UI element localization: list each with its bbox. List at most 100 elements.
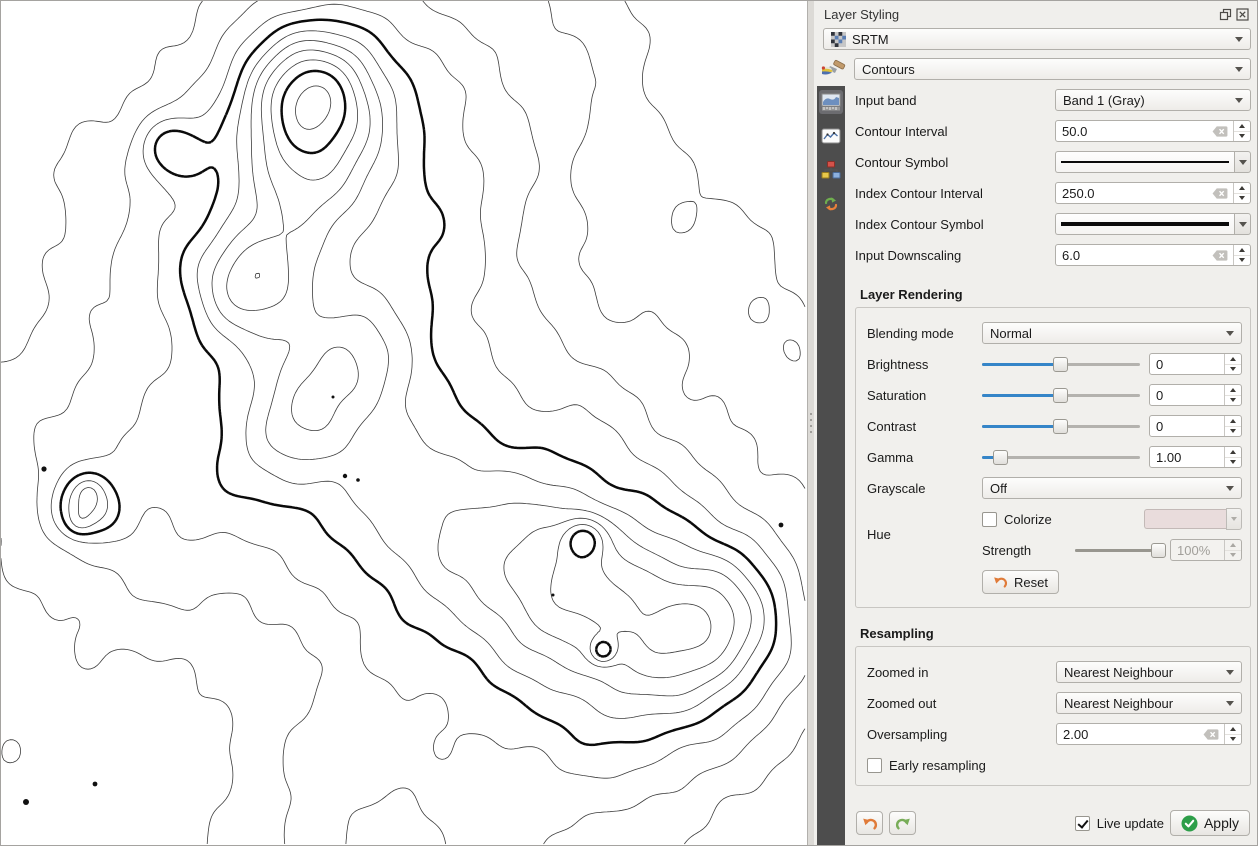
live-update-label: Live update xyxy=(1097,816,1164,831)
colorize-checkbox-row[interactable]: Colorize xyxy=(982,512,1052,527)
input-downscaling-value: 6.0 xyxy=(1056,248,1211,263)
spin-buttons[interactable] xyxy=(1224,385,1241,405)
spin-buttons[interactable] xyxy=(1224,354,1241,374)
styling-tabstrip xyxy=(817,86,845,845)
oversampling-row: Oversampling 2.00 xyxy=(867,723,1242,745)
index-contour-symbol-selector[interactable] xyxy=(1055,213,1251,235)
spin-buttons[interactable] xyxy=(1224,724,1241,744)
strength-label: Strength xyxy=(982,543,1067,558)
index-contour-symbol-preview xyxy=(1055,213,1234,235)
panel-splitter[interactable] xyxy=(807,1,814,845)
brightness-spinbox[interactable]: 0 xyxy=(1149,353,1242,375)
early-resampling-checkbox[interactable] xyxy=(867,758,882,773)
layer-rendering-group: Blending mode Normal Brightness 0 xyxy=(855,307,1251,608)
contrast-row: Contrast 0 xyxy=(867,415,1242,437)
symbol-dropdown-button[interactable] xyxy=(1234,213,1251,235)
undo-button[interactable] xyxy=(856,811,883,835)
saturation-spinbox[interactable]: 0 xyxy=(1149,384,1242,406)
panel-footer: Live update Apply xyxy=(855,804,1251,845)
map-point-feature xyxy=(356,478,360,482)
map-point-feature xyxy=(93,782,98,787)
redo-button[interactable] xyxy=(889,811,916,835)
spin-buttons[interactable] xyxy=(1233,121,1250,141)
clear-value-icon[interactable] xyxy=(1211,187,1229,200)
strength-slider[interactable] xyxy=(1075,543,1162,558)
map-canvas[interactable] xyxy=(1,1,807,845)
close-panel-button[interactable] xyxy=(1236,8,1249,21)
live-update-checkbox[interactable] xyxy=(1075,816,1090,831)
map-point-feature xyxy=(779,523,784,528)
saturation-row: Saturation 0 xyxy=(867,384,1242,406)
history-tab-icon xyxy=(821,194,841,214)
blending-mode-combo[interactable]: Normal xyxy=(982,322,1242,344)
apply-button[interactable]: Apply xyxy=(1170,810,1250,836)
contour-lines xyxy=(625,1,805,361)
oversampling-spinbox[interactable]: 2.00 xyxy=(1056,723,1242,745)
colorize-checkbox[interactable] xyxy=(982,512,997,527)
spin-buttons[interactable] xyxy=(1224,447,1241,467)
contrast-slider[interactable] xyxy=(982,419,1140,434)
blending-mode-value: Normal xyxy=(990,326,1032,341)
symbology-tab-icon xyxy=(821,92,841,112)
early-resampling-row[interactable]: Early resampling xyxy=(867,754,1242,776)
contour-symbol-selector[interactable] xyxy=(1055,151,1251,173)
spin-buttons[interactable] xyxy=(1233,183,1250,203)
color-dropdown-button[interactable] xyxy=(1226,508,1242,530)
live-update-row[interactable]: Live update xyxy=(1075,816,1164,831)
contour-lines xyxy=(69,31,764,719)
gamma-slider[interactable] xyxy=(982,450,1140,465)
float-panel-button[interactable] xyxy=(1219,8,1232,21)
diagram-tab-icon xyxy=(821,160,841,180)
early-resampling-label: Early resampling xyxy=(889,758,986,773)
index-contour-symbol-label: Index Contour Symbol xyxy=(855,217,1055,232)
blending-mode-label: Blending mode xyxy=(867,326,973,341)
contrast-spinbox[interactable]: 0 xyxy=(1149,415,1242,437)
grayscale-combo[interactable]: Off xyxy=(982,477,1242,499)
saturation-slider[interactable] xyxy=(982,388,1140,403)
layer-selector[interactable]: SRTM xyxy=(823,28,1251,50)
index-contour-interval-value: 250.0 xyxy=(1056,186,1211,201)
tab-attributes[interactable] xyxy=(819,158,843,182)
colorize-color-selector[interactable] xyxy=(1144,508,1242,530)
zoomed-in-combo[interactable]: Nearest Neighbour xyxy=(1056,661,1242,683)
input-downscaling-spinbox[interactable]: 6.0 xyxy=(1055,244,1251,266)
tab-histogram[interactable] xyxy=(819,124,843,148)
renderer-selector[interactable]: Contours xyxy=(854,58,1251,80)
histogram-tab-icon xyxy=(821,126,841,146)
hue-block: Hue Colorize xyxy=(867,508,1242,561)
map-point-feature xyxy=(332,396,335,399)
clear-value-icon[interactable] xyxy=(1211,125,1229,138)
grayscale-value: Off xyxy=(990,481,1007,496)
blending-mode-row: Blending mode Normal xyxy=(867,322,1242,344)
contour-lines xyxy=(296,86,331,129)
reset-button[interactable]: Reset xyxy=(982,570,1059,594)
symbol-dropdown-button[interactable] xyxy=(1234,151,1251,173)
layer-styling-panel: Layer Styling SRTM xyxy=(814,1,1257,845)
redo-icon xyxy=(895,816,911,831)
gamma-spinbox[interactable]: 1.00 xyxy=(1149,446,1242,468)
splitter-grip-dot xyxy=(810,431,812,433)
index-contour-interval-spinbox[interactable]: 250.0 xyxy=(1055,182,1251,204)
tab-history[interactable] xyxy=(819,192,843,216)
grayscale-label: Grayscale xyxy=(867,481,973,496)
input-downscaling-row: Input Downscaling 6.0 xyxy=(855,244,1251,266)
zoomed-out-combo[interactable]: Nearest Neighbour xyxy=(1056,692,1242,714)
undo-icon xyxy=(993,575,1008,589)
zoomed-out-value: Nearest Neighbour xyxy=(1064,696,1173,711)
input-band-combo[interactable]: Band 1 (Gray) xyxy=(1055,89,1251,111)
clear-value-icon[interactable] xyxy=(1211,249,1229,262)
contour-map-svg xyxy=(1,1,807,845)
index-contour-interval-label: Index Contour Interval xyxy=(855,186,1055,201)
clear-value-icon[interactable] xyxy=(1202,728,1220,741)
brightness-slider[interactable] xyxy=(982,357,1140,372)
map-point-feature xyxy=(23,799,29,805)
spin-buttons[interactable] xyxy=(1224,416,1241,436)
contour-interval-spinbox[interactable]: 50.0 xyxy=(1055,120,1251,142)
map-point-feature xyxy=(552,594,555,597)
spin-buttons[interactable] xyxy=(1233,245,1250,265)
tab-symbology[interactable] xyxy=(819,90,843,114)
resampling-title: Resampling xyxy=(860,626,1251,641)
undo-icon xyxy=(862,816,878,831)
index-contour-lines xyxy=(61,20,777,745)
zoomed-out-row: Zoomed out Nearest Neighbour xyxy=(867,692,1242,714)
